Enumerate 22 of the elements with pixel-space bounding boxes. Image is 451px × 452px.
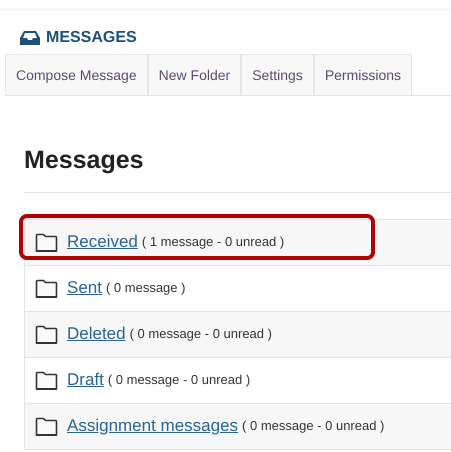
folder-link[interactable]: Sent [67, 275, 102, 301]
inbox-icon [20, 30, 40, 46]
folder-icon [35, 324, 59, 344]
toolbar-link[interactable]: Compose Message [5, 54, 148, 95]
section-heading: Messages [24, 145, 145, 176]
toolbar-link[interactable]: Settings [241, 54, 314, 95]
folder-link[interactable]: Draft [67, 367, 104, 393]
page-title: MESSAGES [46, 28, 137, 48]
message-count: ( 0 message ) [106, 279, 186, 298]
folder-icon [35, 416, 59, 436]
message-count: ( 0 message - 0 unread ) [108, 371, 250, 390]
folder-link[interactable]: Deleted [67, 321, 126, 347]
folder-icon [35, 278, 59, 298]
folder-link[interactable]: Received [67, 229, 138, 255]
folder-link[interactable]: Assignment messages [67, 413, 238, 439]
folder-icon [35, 370, 59, 390]
folder-icon [35, 232, 59, 252]
message-count: ( 0 message - 0 unread ) [242, 417, 384, 436]
toolbar-link[interactable]: Permissions [314, 54, 412, 95]
message-count: ( 0 message - 0 unread ) [130, 325, 272, 344]
message-count: ( 1 message - 0 unread ) [142, 233, 284, 252]
toolbar-link[interactable]: New Folder [148, 54, 242, 95]
